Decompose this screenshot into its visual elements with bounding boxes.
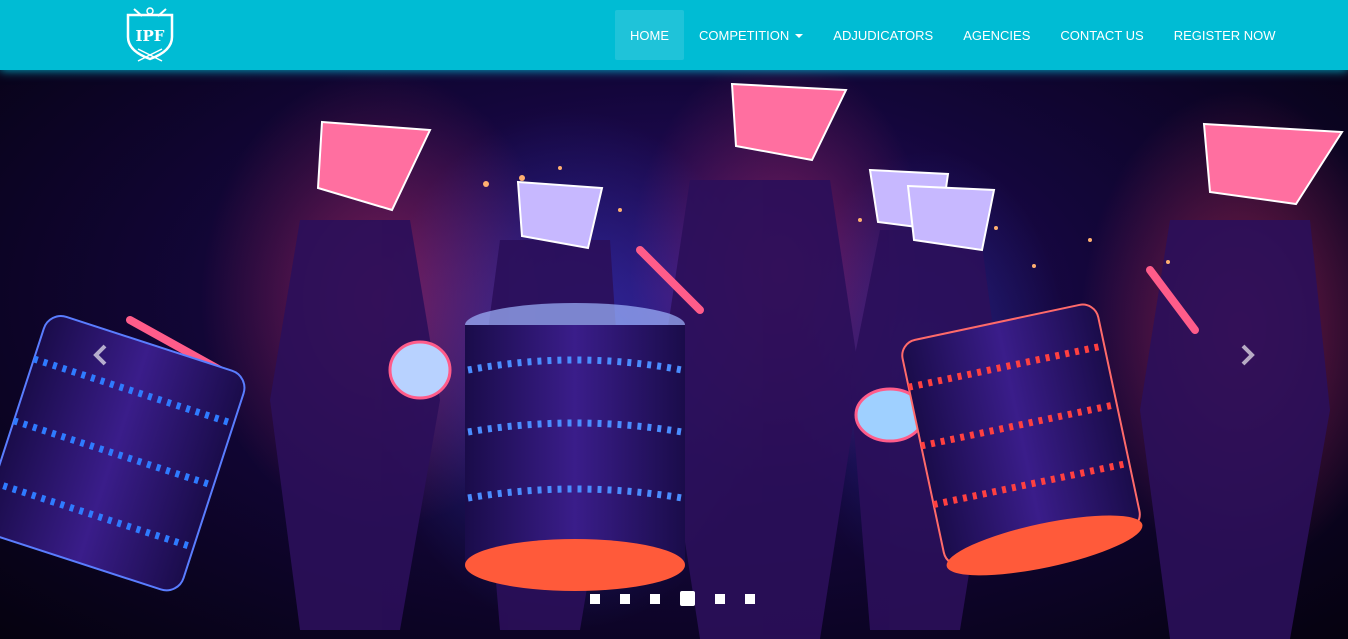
ipf-logo[interactable]: IPF	[122, 5, 178, 63]
nav-contact-us[interactable]: CONTACT US	[1045, 10, 1158, 60]
hero-carousel[interactable]	[0, 70, 1348, 639]
logo-text: IPF	[136, 27, 165, 45]
carousel-indicator-1[interactable]	[590, 593, 600, 604]
caret-down-icon	[795, 34, 804, 38]
carousel-indicator-2[interactable]	[620, 593, 630, 604]
nav-home[interactable]: HOME	[615, 10, 684, 60]
top-navbar: IPF HOME COMPETITION ADJUDICATORS AGENCI…	[0, 0, 1348, 70]
nav-agencies[interactable]: AGENCIES	[948, 10, 1045, 60]
nav-agencies-label: AGENCIES	[963, 27, 1031, 43]
carousel-indicator-6[interactable]	[745, 593, 755, 604]
nav-adjudicators-label: ADJUDICATORS	[833, 27, 934, 43]
carousel-next-chevron-right-icon[interactable]	[1232, 340, 1262, 370]
carousel-indicator-4-active[interactable]	[680, 591, 695, 606]
nav-competition-label: COMPETITION	[699, 27, 790, 43]
carousel-indicator-3[interactable]	[650, 593, 660, 604]
nav-register-now[interactable]: REGISTER NOW	[1159, 10, 1291, 60]
nav-home-label: HOME	[630, 27, 669, 43]
nav-contact-us-label: CONTACT US	[1060, 27, 1144, 43]
nav-adjudicators[interactable]: ADJUDICATORS	[818, 10, 948, 60]
carousel-indicator-5[interactable]	[715, 593, 725, 604]
slide-image	[0, 70, 1348, 639]
carousel-indicators	[590, 591, 755, 606]
nav-register-now-label: REGISTER NOW	[1173, 27, 1276, 43]
nav-competition[interactable]: COMPETITION	[684, 10, 818, 60]
main-nav: HOME COMPETITION ADJUDICATORS AGENCIES C…	[615, 10, 1291, 60]
carousel-prev-chevron-left-icon[interactable]	[86, 340, 116, 370]
